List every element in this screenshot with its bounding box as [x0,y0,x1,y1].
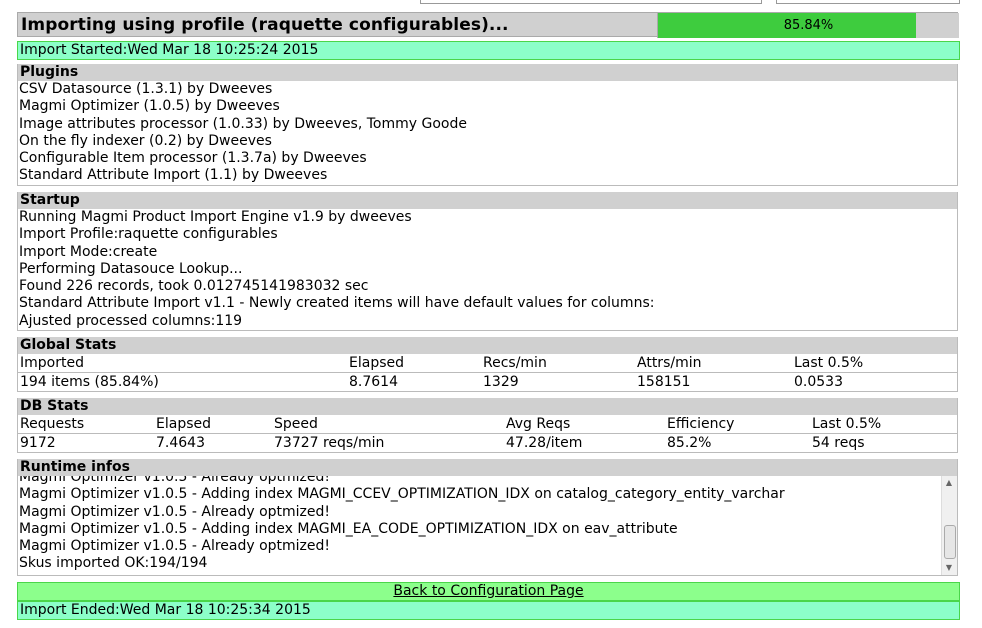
runtime-line: Magmi Optimizer v1.0.5 - Adding index MA… [19,486,785,503]
db-stats-table: Requests Elapsed Speed Avg Reqs Efficiency La… [18,415,957,452]
global-stats-section: Global Stats Imported Elapsed Recs/min Attr… [17,337,958,392]
import-ended-status: Import Ended:Wed Mar 18 10:25:34 2015 [17,601,960,620]
page-title: Importing using profile (raquette config… [21,15,509,35]
global-stats-header: Recs/min [481,354,635,373]
scrollbar-thumb[interactable] [944,525,956,559]
import-started-status: Import Started:Wed Mar 18 10:25:24 2015 [17,41,960,60]
db-stats-value: 73727 reqs/min [274,435,385,451]
db-stats-header: Efficiency [665,415,810,434]
startup-line: Standard Attribute Import v1.1 - Newly c… [19,295,655,312]
plugin-item: CSV Datasource (1.3.1) by Dweeves [19,81,273,97]
runtime-line: Magmi Optimizer v1.0.5 - Already optmize… [19,538,331,555]
plugin-item: Configurable Item processor (1.3.7a) by … [19,150,367,167]
scroll-up-icon[interactable]: ▲ [944,478,954,488]
plugin-item: On the fly indexer (0.2) by Dweeves [19,132,272,149]
startup-line: Running Magmi Product Import Engine v1.9… [19,209,412,225]
startup-line: Ajusted processed columns:119 [19,312,243,329]
global-stats-value: 1329 [483,374,519,390]
db-stats-value: 47.28/item [506,435,583,451]
global-stats-header: Attrs/min [635,354,792,373]
plugins-list: CSV Datasource (1.3.1) by Dweeves Magmi O… [18,81,957,185]
progress-label: 85.84% [783,18,834,33]
plugin-item: Image attributes processor (1.0.33) by D… [19,115,467,132]
global-stats-table: Imported Elapsed Recs/min Attrs/min Last 0.5… [18,354,957,391]
db-stats-value: 7.4643 [156,435,205,451]
runtime-line: Magmi Optimizer v1.0.5 - Adding index MA… [19,520,678,537]
runtime-log[interactable]: Magmi Optimizer v1.0.5 - Already optmize… [18,476,957,575]
startup-list: Running Magmi Product Import Engine v1.9… [18,209,957,330]
startup-line: Found 226 records, took 0.01274514198303… [19,278,369,295]
plugin-item: Magmi Optimizer (1.0.5) by Dweeves [19,98,280,115]
db-stats-heading: DB Stats [18,398,957,415]
db-stats-value: 9172 [20,435,56,451]
progress-bar: 85.84% [657,13,959,38]
db-stats-header: Requests [18,415,154,434]
global-stats-header: Imported [18,354,347,373]
startup-line: Import Profile:raquette configurables [19,226,278,243]
global-stats-value: 194 items (85.84%) [20,374,159,390]
runtime-lines: Magmi Optimizer v1.0.5 - Already optmize… [18,476,941,573]
db-stats-header: Avg Reqs [504,415,665,434]
db-stats-value: 85.2% [667,435,712,451]
db-stats-header: Speed [272,415,504,434]
db-stats-header: Last 0.5% [810,415,957,434]
global-stats-value: 8.7614 [349,374,398,390]
runtime-line: Magmi Optimizer v1.0.5 - Already optmize… [19,503,331,520]
db-stats-section: DB Stats Requests Elapsed Speed Avg Reqs Eff… [17,398,958,453]
runtime-line: Magmi Optimizer v1.0.5 - Already optmize… [19,476,331,485]
global-stats-header: Last 0.5% [792,354,957,373]
global-stats-header: Elapsed [347,354,481,373]
top-input-edge-left [420,0,762,4]
runtime-section: Runtime infos Magmi Optimizer v1.0.5 - A… [17,459,958,576]
startup-line: Import Mode:create [19,243,158,260]
runtime-line: Skus imported OK:194/194 [19,555,208,572]
top-input-edge-right [776,0,960,4]
db-stats-header: Elapsed [154,415,272,434]
global-stats-value: 158151 [637,374,691,390]
runtime-scrollbar[interactable]: ▲ ▼ [941,476,957,575]
back-to-configuration-link[interactable]: Back to Configuration Page [393,583,583,599]
plugin-item: Standard Attribute Import (1.1) by Dweev… [19,167,328,184]
startup-section: Startup Running Magmi Product Import Eng… [17,192,958,332]
db-stats-value: 54 reqs [812,435,865,451]
global-stats-heading: Global Stats [18,337,957,354]
runtime-heading: Runtime infos [18,459,957,476]
startup-line: Performing Datasouce Lookup... [19,260,243,277]
plugins-heading: Plugins [18,64,957,81]
plugins-section: Plugins CSV Datasource (1.3.1) by Dweeve… [17,64,958,186]
global-stats-value: 0.0533 [794,374,843,390]
startup-heading: Startup [18,192,957,209]
scroll-down-icon[interactable]: ▼ [944,563,954,573]
title-bar: Importing using profile (raquette config… [17,12,959,38]
back-bar: Back to Configuration Page [17,582,960,601]
